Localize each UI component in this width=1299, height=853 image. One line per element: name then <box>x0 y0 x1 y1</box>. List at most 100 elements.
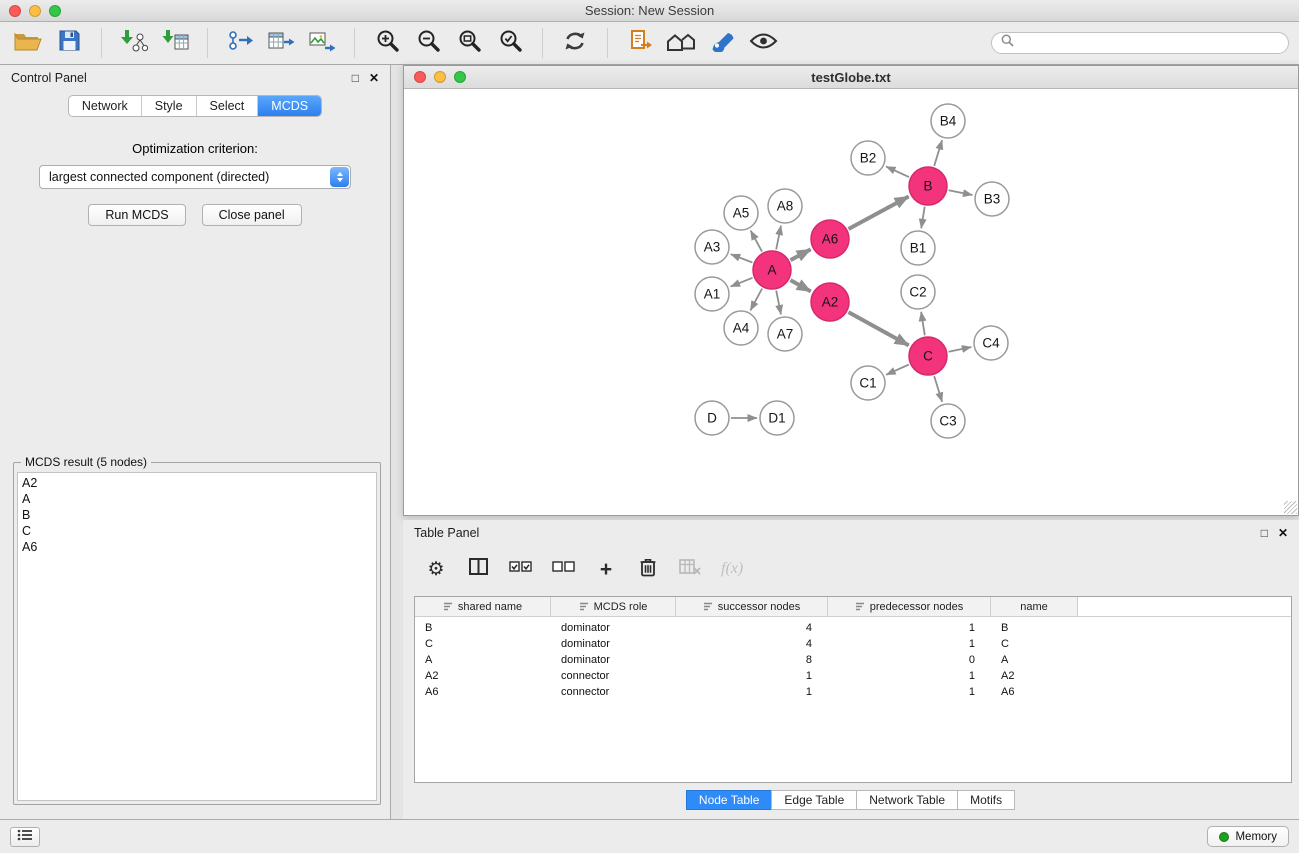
tab-node-table[interactable]: Node Table <box>686 790 773 810</box>
zoom-fit-button[interactable] <box>451 26 487 60</box>
float-table-panel-icon[interactable]: □ <box>1261 526 1268 540</box>
graph-node-A3[interactable]: A3 <box>695 230 729 264</box>
import-table-button[interactable] <box>157 26 193 60</box>
svg-text:A6: A6 <box>822 232 839 247</box>
table-row[interactable]: Cdominator41C <box>415 636 1291 652</box>
delete-table-button[interactable] <box>679 556 701 582</box>
checked-boxes-icon <box>509 560 532 578</box>
table-row[interactable]: Bdominator41B <box>415 620 1291 636</box>
mcds-result-list[interactable]: A2ABCA6 <box>17 472 377 801</box>
graph-node-A7[interactable]: A7 <box>768 317 802 351</box>
graph-node-B4[interactable]: B4 <box>931 104 965 138</box>
close-window-button[interactable] <box>9 5 21 17</box>
deselect-all-button[interactable] <box>552 556 575 582</box>
close-panel-button[interactable]: Close panel <box>202 204 302 226</box>
mcds-result-item[interactable]: B <box>22 507 372 523</box>
tab-style[interactable]: Style <box>142 96 197 116</box>
graph-node-B1[interactable]: B1 <box>901 231 935 265</box>
graph-node-A8[interactable]: A8 <box>768 189 802 223</box>
graph-node-D1[interactable]: D1 <box>760 401 794 435</box>
graph-node-A5[interactable]: A5 <box>724 196 758 230</box>
network-zoom-button[interactable] <box>454 71 466 83</box>
network-window-titlebar[interactable]: testGlobe.txt <box>404 66 1298 89</box>
svg-text:B4: B4 <box>940 114 957 129</box>
tab-network-table[interactable]: Network Table <box>856 790 958 810</box>
network-close-button[interactable] <box>414 71 426 83</box>
column-header-mcds-role[interactable]: MCDS role <box>551 597 676 616</box>
graph-node-B2[interactable]: B2 <box>851 141 885 175</box>
select-all-button[interactable] <box>509 556 532 582</box>
mcds-result-item[interactable]: C <box>22 523 372 539</box>
network-minimize-button[interactable] <box>434 71 446 83</box>
run-mcds-button[interactable]: Run MCDS <box>88 204 185 226</box>
graph-node-A6[interactable]: A6 <box>811 220 849 258</box>
task-history-button[interactable] <box>10 827 40 847</box>
float-panel-icon[interactable]: □ <box>352 71 359 85</box>
mcds-result-item[interactable]: A2 <box>22 475 372 491</box>
toggle-columns-button[interactable] <box>467 556 489 582</box>
mcds-result-item[interactable]: A6 <box>22 539 372 555</box>
toggle-visibility-button[interactable] <box>745 26 781 60</box>
zoom-out-button[interactable] <box>410 26 446 60</box>
table-row[interactable]: A6connector11A6 <box>415 684 1291 700</box>
search-input[interactable] <box>1020 36 1279 50</box>
import-network-button[interactable] <box>116 26 152 60</box>
graph-node-C2[interactable]: C2 <box>901 275 935 309</box>
add-column-button[interactable]: + <box>595 556 617 582</box>
close-table-panel-icon[interactable]: ✕ <box>1278 526 1288 540</box>
function-builder-button[interactable]: f(x) <box>721 556 743 582</box>
graph-node-C4[interactable]: C4 <box>974 326 1008 360</box>
zoom-window-button[interactable] <box>49 5 61 17</box>
graph-node-D[interactable]: D <box>695 401 729 435</box>
window-resize-handle[interactable] <box>1284 501 1297 514</box>
graph-node-B[interactable]: B <box>909 167 947 205</box>
graph-node-B3[interactable]: B3 <box>975 182 1009 216</box>
trash-icon <box>639 557 657 582</box>
table-cell: B <box>415 622 551 634</box>
export-image-button[interactable] <box>304 26 340 60</box>
refresh-layout-button[interactable] <box>557 26 593 60</box>
table-row[interactable]: A2connector11A2 <box>415 668 1291 684</box>
style-edit-button[interactable] <box>704 26 740 60</box>
column-header-successor-nodes[interactable]: successor nodes <box>676 597 828 616</box>
svg-text:A8: A8 <box>777 199 794 214</box>
tab-select[interactable]: Select <box>197 96 259 116</box>
graph-node-A1[interactable]: A1 <box>695 277 729 311</box>
column-header-predecessor-nodes[interactable]: predecessor nodes <box>828 597 991 616</box>
svg-text:A: A <box>767 263 776 278</box>
toolbar-separator <box>354 28 355 58</box>
zoom-in-button[interactable] <box>369 26 405 60</box>
export-table-button[interactable] <box>263 26 299 60</box>
save-session-button[interactable] <box>51 26 87 60</box>
graph-node-A[interactable]: A <box>753 251 791 289</box>
minimize-window-button[interactable] <box>29 5 41 17</box>
graph-node-A4[interactable]: A4 <box>724 311 758 345</box>
zoom-selected-button[interactable] <box>492 26 528 60</box>
close-panel-icon[interactable]: ✕ <box>369 71 379 85</box>
column-header-shared-name[interactable]: shared name <box>415 597 551 616</box>
table-row[interactable]: Adominator80A <box>415 652 1291 668</box>
home-button[interactable] <box>663 26 699 60</box>
network-canvas[interactable]: B4 B2 B B3 A8 A5 A6 A3 B1 A C2 A1 A2 A4 A7 C4 C C1 D D1 C3 <box>404 89 1298 515</box>
table-cell: C <box>991 638 1078 650</box>
svg-text:D1: D1 <box>768 411 785 426</box>
tab-mcds[interactable]: MCDS <box>258 96 321 116</box>
tab-network[interactable]: Network <box>69 96 142 116</box>
graph-node-A2[interactable]: A2 <box>811 283 849 321</box>
graph-node-C3[interactable]: C3 <box>931 404 965 438</box>
delete-column-button[interactable] <box>637 556 659 582</box>
mcds-result-item[interactable]: A <box>22 491 372 507</box>
memory-button[interactable]: Memory <box>1207 826 1289 847</box>
open-session-button[interactable] <box>10 26 46 60</box>
tab-edge-table[interactable]: Edge Table <box>771 790 857 810</box>
table-settings-button[interactable]: ⚙ <box>425 556 447 582</box>
graph-node-C[interactable]: C <box>909 337 947 375</box>
network-graph[interactable]: B4 B2 B B3 A8 A5 A6 A3 B1 A C2 A1 A2 A4 A7 C4 C C1 D D1 C3 <box>404 89 1298 515</box>
export-network-button[interactable] <box>222 26 258 60</box>
optimization-dropdown[interactable]: largest connected component (directed) <box>39 165 351 189</box>
duplicate-network-button[interactable] <box>622 26 658 60</box>
status-bar: Memory <box>0 819 1299 853</box>
tab-motifs[interactable]: Motifs <box>957 790 1015 810</box>
column-header-name[interactable]: name <box>991 597 1078 616</box>
graph-node-C1[interactable]: C1 <box>851 366 885 400</box>
